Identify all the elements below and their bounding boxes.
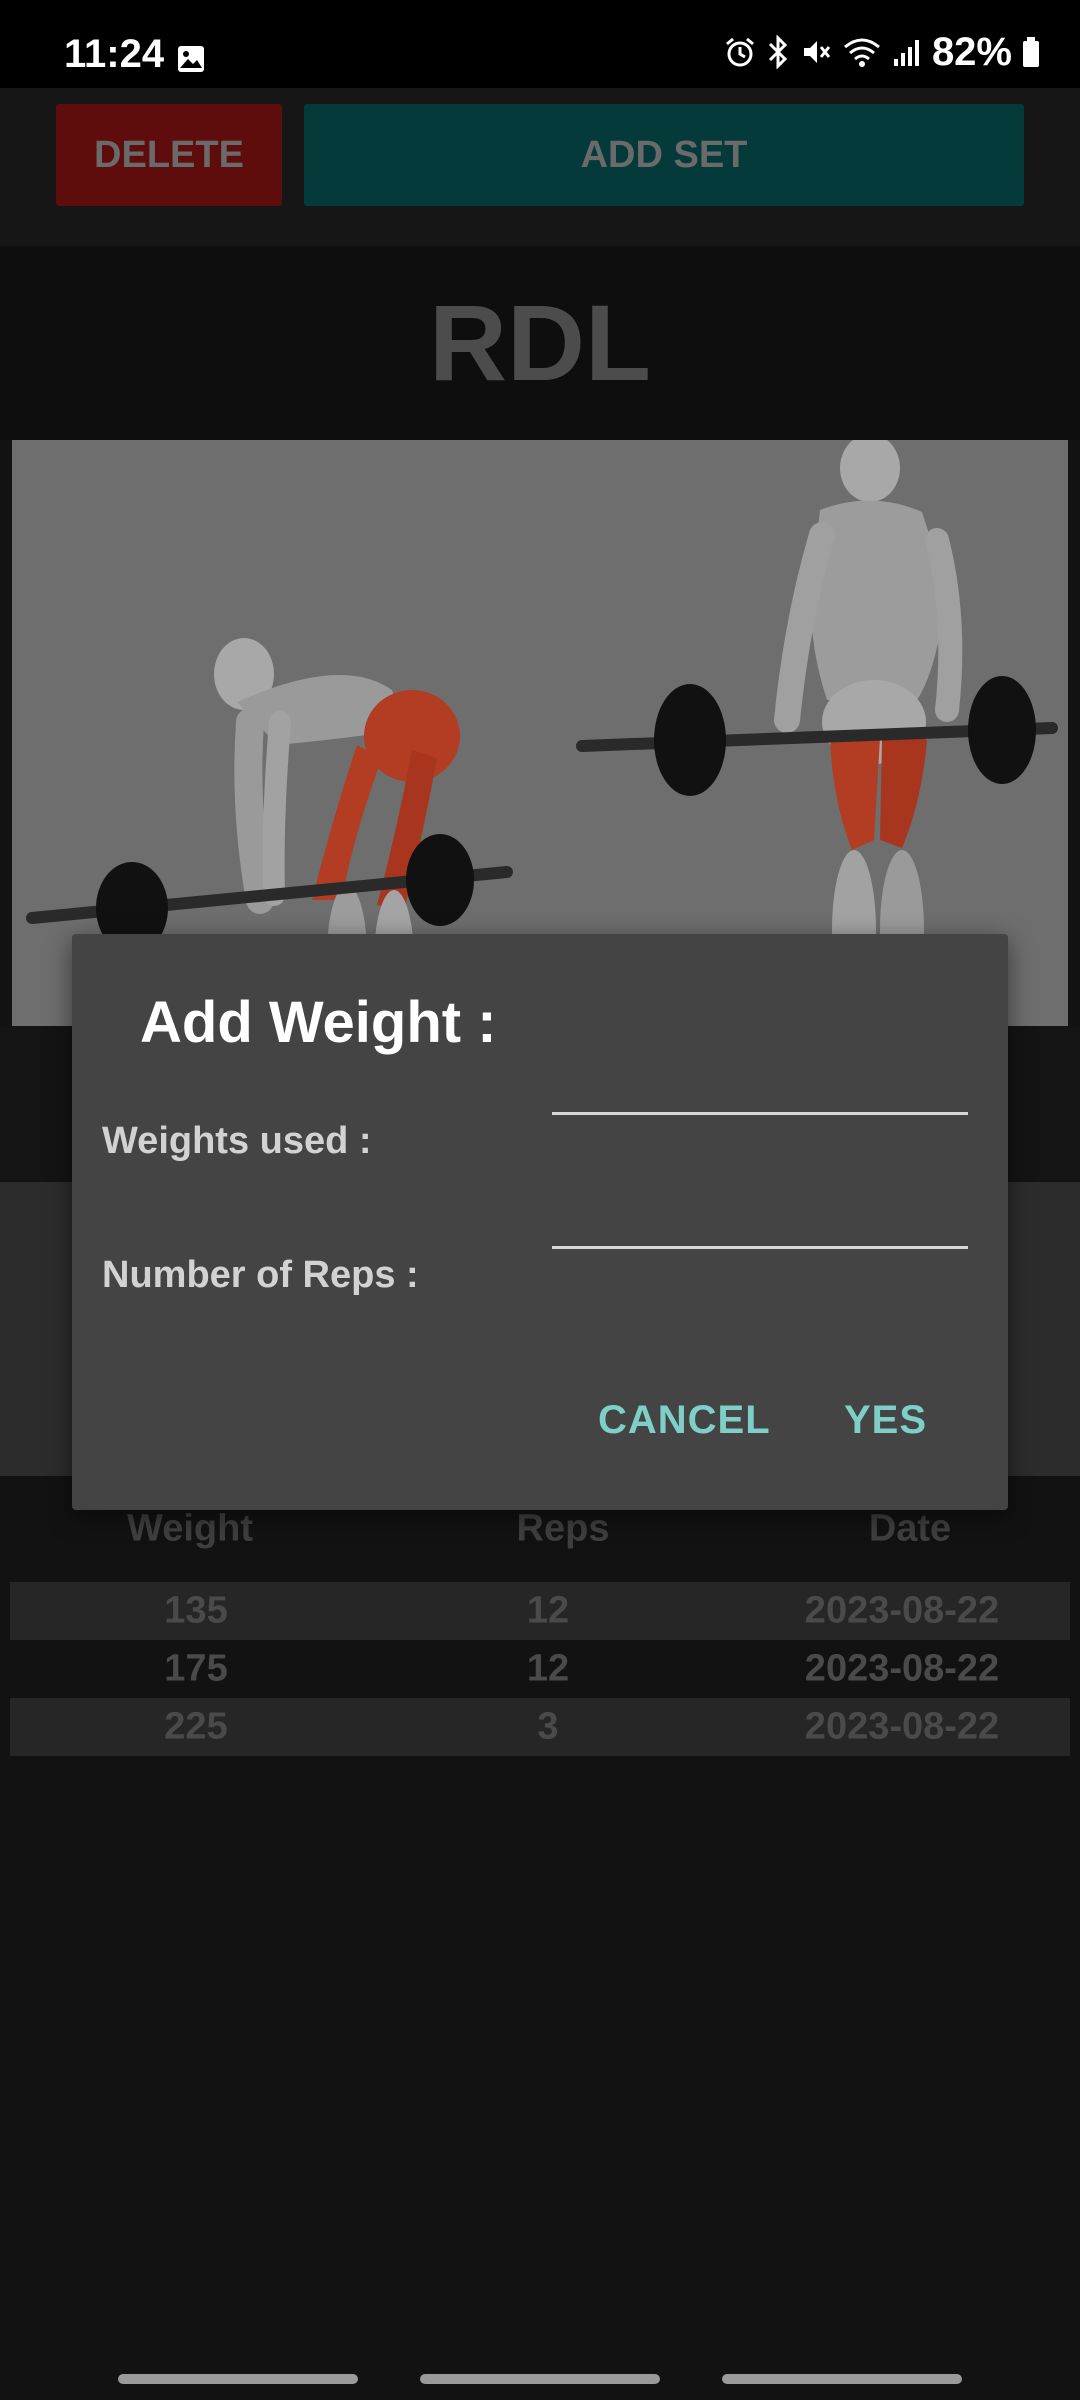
table-row[interactable]: 225 3 2023-08-22 — [10, 1698, 1070, 1756]
row-weight: 175 — [164, 1647, 228, 1690]
mute-icon — [803, 41, 831, 63]
alarm-icon — [725, 37, 754, 67]
gallery-icon — [178, 46, 204, 72]
table-row[interactable]: 135 12 2023-08-22 — [10, 1582, 1070, 1640]
row-weight: 225 — [164, 1705, 228, 1748]
header-reps: Reps — [516, 1507, 610, 1550]
battery-icon — [1023, 37, 1039, 67]
exercise-title-band: RDL — [0, 246, 1080, 440]
status-bar: 11:24 82% — [0, 0, 1080, 88]
header-date: Date — [868, 1507, 952, 1550]
number-of-reps-input[interactable] — [552, 1190, 968, 1249]
right-barbell — [576, 676, 1058, 796]
dialog-title: Add Weight : — [140, 990, 497, 1055]
exercise-title: RDL — [429, 282, 651, 403]
wifi-icon — [843, 38, 880, 67]
add-weight-dialog: Add Weight : Weights used : Number of Re… — [72, 934, 1008, 1510]
add-set-button[interactable]: ADD SET — [304, 104, 1024, 206]
cancel-button[interactable]: CANCEL — [598, 1400, 771, 1440]
standing-figure — [774, 440, 963, 1010]
row-date: 2023-08-22 — [804, 1589, 1000, 1632]
weights-used-input[interactable] — [552, 1056, 968, 1115]
navigation-bar — [0, 2358, 1080, 2400]
weights-used-label: Weights used : — [102, 1120, 372, 1162]
row-date: 2023-08-22 — [804, 1705, 1000, 1748]
status-time: 11:24 — [64, 32, 165, 76]
yes-button[interactable]: YES — [844, 1400, 927, 1440]
toolbar: DELETE ADD SET — [0, 88, 1080, 246]
delete-button[interactable]: DELETE — [56, 104, 282, 206]
row-reps: 12 — [526, 1647, 570, 1690]
battery-percentage: 82% — [931, 30, 1012, 74]
row-date: 2023-08-22 — [804, 1647, 1000, 1690]
row-reps: 12 — [526, 1589, 570, 1632]
bluetooth-icon — [768, 35, 788, 69]
row-weight: 135 — [164, 1589, 228, 1632]
number-of-reps-label: Number of Reps : — [102, 1254, 419, 1296]
signal-icon — [893, 40, 919, 66]
history-table: Weight Reps Date 135 12 2023-08-22 175 1… — [0, 1476, 1080, 1756]
nav-back-button[interactable] — [722, 2374, 962, 2384]
status-icons: 82% — [724, 30, 1040, 74]
row-reps: 3 — [537, 1705, 559, 1748]
app-screen: 11:24 82% DELETE ADD SET RDL Weight Reps… — [0, 0, 1080, 2400]
nav-home-button[interactable] — [420, 2374, 660, 2384]
table-row[interactable]: 175 12 2023-08-22 — [10, 1640, 1070, 1698]
nav-recents-button[interactable] — [118, 2374, 358, 2384]
header-weight: Weight — [127, 1507, 253, 1550]
